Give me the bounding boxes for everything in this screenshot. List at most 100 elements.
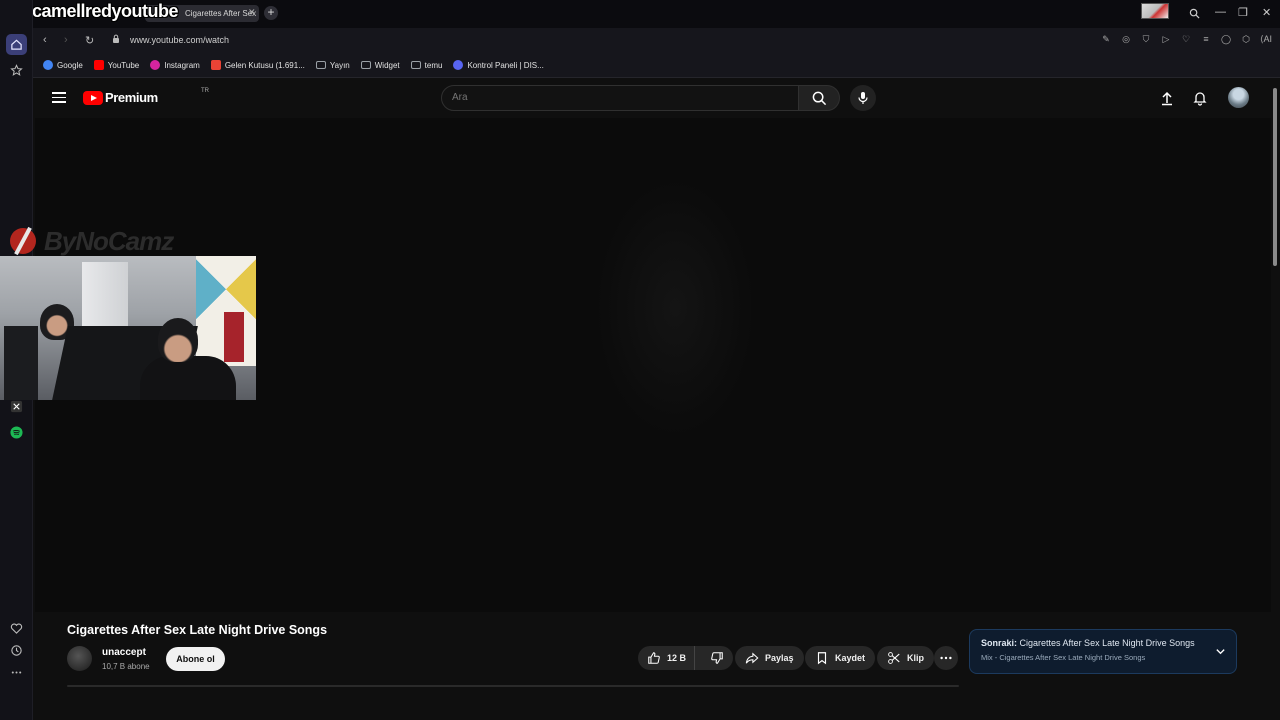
- notifications-bell-icon[interactable]: [1192, 90, 1208, 106]
- youtube-header: Premium TR: [35, 78, 1271, 118]
- bookmark-item[interactable]: Instagram: [150, 60, 200, 70]
- close-window-button[interactable]: ✕: [1262, 6, 1271, 19]
- heart-icon: [10, 623, 23, 634]
- bookmark-item[interactable]: Widget: [360, 60, 400, 70]
- video-title: Cigarettes After Sex Late Night Drive So…: [67, 623, 328, 637]
- instagram-icon: [150, 60, 161, 70]
- video-frame: [595, 178, 755, 438]
- webcam-background-red-object: [224, 312, 244, 362]
- subscriber-count: 10,7 B abone: [102, 662, 150, 671]
- hamburger-menu-icon[interactable]: [52, 92, 66, 103]
- minimize-button[interactable]: —: [1215, 6, 1226, 18]
- sidebar-pinboard-button[interactable]: [6, 60, 27, 81]
- clock-icon: [11, 645, 22, 656]
- like-count: 12 B: [667, 653, 687, 663]
- youtube-premium-logo[interactable]: Premium TR: [83, 88, 209, 105]
- voice-search-button[interactable]: [850, 85, 876, 111]
- thumbs-down-icon: [711, 652, 723, 664]
- stream-overlay-logo: ByNoCamz: [8, 224, 198, 258]
- tab-bar: Cigarettes After Sex L ✕ camellredyoutub…: [0, 0, 1280, 28]
- sidebar-favorites-button[interactable]: [6, 618, 27, 639]
- scissors-icon: [888, 652, 900, 664]
- bookmark-label: temu: [424, 60, 443, 70]
- bookmark-item[interactable]: Kontrol Paneli | DIS...: [453, 60, 544, 70]
- x-twitter-icon: [10, 400, 23, 413]
- youtube-icon: [93, 60, 104, 70]
- bookmarks-bar: Google YouTube Instagram Gelen Kutusu (1.69…: [33, 53, 1280, 78]
- search-input[interactable]: [452, 92, 782, 103]
- sidebar-home-button[interactable]: [6, 34, 27, 55]
- stream-logo-text: ByNoCamz: [44, 226, 174, 256]
- bookmark-item[interactable]: temu: [410, 60, 443, 70]
- extensions-icon[interactable]: ⬡: [1240, 33, 1252, 45]
- up-next-title: Sonraki: Cigarettes After Sex Late Night…: [981, 638, 1225, 648]
- up-next-video-title: Cigarettes After Sex Late Night Drive So…: [1019, 638, 1195, 648]
- clip-button[interactable]: Klip: [877, 646, 934, 670]
- scrollbar-thumb[interactable]: [1273, 88, 1277, 266]
- lock-icon: [113, 34, 119, 43]
- url-field[interactable]: www.youtube.com/watch: [130, 35, 229, 45]
- edit-icon[interactable]: ✎: [1100, 33, 1112, 45]
- user-avatar[interactable]: [1228, 87, 1249, 108]
- upload-icon[interactable]: [1159, 90, 1175, 106]
- channel-name[interactable]: unaccept: [102, 647, 146, 658]
- account-icon[interactable]: ◯: [1220, 33, 1232, 45]
- dislike-button[interactable]: [701, 646, 733, 670]
- share-button[interactable]: Paylaş: [735, 646, 804, 670]
- star-icon: [10, 64, 23, 76]
- search-button[interactable]: [798, 85, 840, 111]
- bookmark-label: Widget: [374, 60, 400, 70]
- more-dots-icon: [940, 656, 952, 660]
- region-code: TR: [201, 88, 209, 94]
- heart-icon[interactable]: ♡: [1180, 33, 1192, 45]
- webcam-overlay: [0, 256, 256, 400]
- bookmark-item[interactable]: Gelen Kutusu (1.691...: [210, 60, 305, 70]
- google-icon: [43, 60, 53, 70]
- bookmark-icon: [817, 652, 827, 665]
- more-actions-button[interactable]: [934, 646, 958, 670]
- save-button[interactable]: Kaydet: [805, 646, 876, 670]
- sidebar-spotify-button[interactable]: [6, 422, 27, 443]
- bookmark-label: Google: [57, 60, 83, 70]
- microphone-icon: [858, 92, 868, 104]
- like-button[interactable]: 12 B: [638, 646, 696, 670]
- address-bar: ‹ › ↻ www.youtube.com/watch ✎ ◎ ⛉ ▷ ♡ ≡ …: [33, 28, 1280, 53]
- back-icon[interactable]: ‹: [43, 34, 47, 46]
- camera-icon[interactable]: ◎: [1120, 33, 1132, 45]
- subscribe-button[interactable]: Abone ol: [166, 647, 225, 671]
- webcam-person-right-body: [140, 356, 236, 400]
- profile-thumbnail[interactable]: [1141, 3, 1169, 19]
- search-tabs-icon[interactable]: [1189, 8, 1200, 19]
- menu-icon[interactable]: ≡: [1200, 33, 1212, 45]
- home-icon: [11, 39, 22, 50]
- bookmark-item[interactable]: Yayın: [315, 61, 350, 70]
- sidebar-more-button[interactable]: [6, 662, 27, 683]
- up-next-card[interactable]: Sonraki: Cigarettes After Sex Late Night…: [969, 629, 1237, 674]
- bookmark-item[interactable]: YouTube: [93, 60, 139, 70]
- search-box: [441, 85, 799, 111]
- share-icon: [745, 652, 759, 664]
- stream-overlay-channel-name: camellredyoutube: [32, 1, 179, 21]
- spotify-icon: [10, 426, 23, 439]
- page-scrollbar[interactable]: [1271, 78, 1280, 688]
- forward-icon[interactable]: ›: [64, 34, 68, 46]
- chevron-down-icon[interactable]: [1215, 646, 1226, 657]
- reload-icon[interactable]: ↻: [85, 34, 94, 47]
- folder-icon: [410, 61, 421, 69]
- sidebar-history-button[interactable]: [6, 640, 27, 661]
- bookmark-label: Gelen Kutusu (1.691...: [224, 60, 305, 70]
- logo-text: Premium: [105, 90, 158, 105]
- tab-close-icon[interactable]: ✕: [248, 7, 256, 18]
- ai-button[interactable]: ⟨ AI: [1260, 33, 1272, 45]
- restore-button[interactable]: ❐: [1238, 6, 1248, 19]
- description-divider: [67, 685, 959, 687]
- bookmark-item[interactable]: Google: [43, 60, 83, 70]
- like-dislike-group: 12 B: [638, 646, 733, 670]
- ai-label: AI: [1263, 34, 1273, 44]
- folder-icon: [360, 61, 371, 69]
- new-tab-button[interactable]: +: [264, 6, 278, 20]
- shield-icon[interactable]: ⛉: [1140, 33, 1152, 45]
- youtube-play-icon: [83, 90, 103, 105]
- channel-avatar[interactable]: [67, 646, 92, 671]
- play-icon[interactable]: ▷: [1160, 33, 1172, 45]
